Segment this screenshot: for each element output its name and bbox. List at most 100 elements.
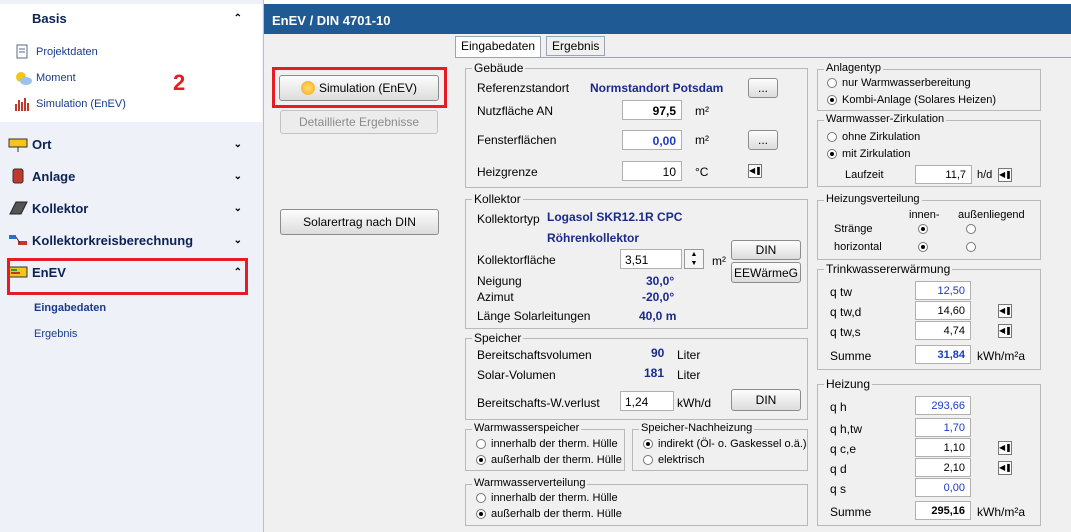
chevron-down-icon: ⌄ [233,138,242,150]
heizung-row-value[interactable]: 1,70 [915,418,971,437]
straenge-radio-innen[interactable] [918,224,928,234]
anlagentyp-radio-kombi[interactable] [827,95,837,105]
sidebar-section-kollektor[interactable]: Kollektor ⌄ [0,193,262,223]
trinkwasser-summe-value: 31,84 [915,345,971,364]
laufzeit-input[interactable]: 11,7 [915,165,972,184]
solarertrag-button[interactable]: Solarertrag nach DIN [280,209,439,235]
fenster-browse-button[interactable]: ... [748,130,778,150]
sidebar-item-label: Projektdaten [36,46,98,58]
zirkulation-radio-mit[interactable] [827,149,837,159]
heizung-row-value[interactable]: 1,10 [915,438,971,457]
heizung-row-value[interactable]: 0,00 [915,478,971,497]
chevron-down-icon: ⌄ [233,202,242,214]
din-button[interactable]: DIN [731,240,801,260]
kollektortyp-value2: Röhrenkollektor [547,231,640,245]
heizgrenze-input[interactable]: 10 [622,161,682,181]
group-title: Warmwasser-Zirkulation [824,113,947,125]
heizung-row-label: q d [830,462,847,476]
wwv-radio-ausserhalb[interactable] [476,509,486,519]
sidebar-item-label: Simulation (EnEV) [36,98,126,110]
tab-eingabedaten[interactable]: Eingabedaten [455,36,542,58]
sidebar-section-kollektorkreis[interactable]: Kollektorkreisberechnung ⌄ [0,225,262,255]
verlust-input[interactable]: 1,24 [620,391,674,411]
basis-panel: Projektdaten Moment Simulation (EnEV) 2 [0,32,262,122]
sidebar-item-ergebnis[interactable]: Ergebnis [34,328,77,340]
group-title: Speicher-Nachheizung [639,422,755,434]
solar-volumen-label: Solar-Volumen [477,368,556,382]
horizontal-radio-innen[interactable] [918,242,928,252]
referenz-label: Referenzstandort [477,81,570,95]
radio-label: innerhalb der therm. Hülle [491,438,618,450]
trinkwasser-summe-label: Summe [830,349,872,363]
annotation-highlight-simulation [272,67,447,108]
laufzeit-play-icon[interactable]: ◀❚ [998,168,1012,182]
sidebar-item-moment[interactable]: Moment [14,70,76,86]
nutzflaeche-label: Nutzfläche AN [477,104,554,118]
radio-label: Kombi-Anlage (Solares Heizen) [842,94,997,106]
heizung-play-icon[interactable]: ◀❚ [998,441,1012,455]
eewaermeg-button[interactable]: EEWärmeG [731,262,801,283]
radio-label: mit Zirkulation [842,148,911,160]
sidebar-section-label: Ort [32,136,52,152]
din-speicher-button[interactable]: DIN [731,389,801,411]
trinkwasser-play-icon[interactable]: ◀❚ [998,304,1012,318]
nachheizung-radio-elektrisch[interactable] [643,455,653,465]
trinkwasser-play-icon[interactable]: ◀❚ [998,324,1012,338]
radio-label: innerhalb der therm. Hülle [491,492,618,504]
referenz-value: Normstandort Potsdam [590,81,724,95]
heizung-row-value[interactable]: 2,10 [915,458,971,477]
kollektorflaeche-input[interactable]: 3,51 [620,249,682,269]
wwv-radio-innerhalb[interactable] [476,493,486,503]
nachheizung-radio-indirekt[interactable] [643,439,653,449]
referenz-browse-button[interactable]: ... [748,78,778,98]
verlust-label: Bereitschafts-W.verlust [477,396,600,410]
heizgrenze-label: Heizgrenze [477,165,538,179]
weather-sun-cloud-icon [14,70,32,86]
row-label-straenge: Stränge [834,223,873,235]
group-title: Trinkwassererwärmung [824,262,953,276]
azimut-value: -20,0° [642,290,675,304]
sidebar-item-eingabedaten[interactable]: Eingabedaten [34,302,106,314]
laufzeit-label: Laufzeit [845,169,884,181]
heizgrenze-play-icon[interactable]: ◀❚ [748,164,762,178]
sidebar-section-label: Anlage [32,168,76,184]
heizung-row-value[interactable]: 293,66 [915,396,971,415]
group-title: Kollektor [472,192,523,206]
tab-ergebnis[interactable]: Ergebnis [546,36,606,56]
wws-radio-ausserhalb[interactable] [476,455,486,465]
solar-volumen-value: 181 [644,366,665,380]
sidebar-section-basis[interactable]: Basis ⌃ [0,4,262,32]
zirkulation-radio-ohne[interactable] [827,132,837,142]
straenge-radio-aussen[interactable] [966,224,976,234]
horizontal-radio-aussen[interactable] [966,242,976,252]
nutzflaeche-input[interactable]: 97,5 [622,100,682,120]
kollektorflaeche-stepper[interactable]: ▲ ▼ [684,249,704,269]
heizung-row-label: q h,tw [830,422,863,436]
location-sign-icon [8,136,28,152]
chevron-down-icon: ⌄ [233,170,242,182]
unit-label: kWh/m²a [977,349,1025,363]
fenster-input[interactable]: 0,00 [622,130,682,150]
unit-label: Liter [677,348,701,362]
sidebar-section-ort[interactable]: Ort ⌄ [0,129,262,159]
sidebar-section-anlage[interactable]: Anlage ⌄ [0,161,262,191]
trinkwasser-row-value[interactable]: 12,50 [915,281,971,300]
wws-radio-innerhalb[interactable] [476,439,486,449]
trinkwasser-row-label: q tw [830,285,853,299]
radio-label: außerhalb der therm. Hülle [491,454,622,466]
group-title: Gebäude [472,61,526,75]
group-title: Warmwasserspeicher [472,422,582,434]
detail-results-button[interactable]: Detaillierte Ergebnisse [280,110,438,134]
sidebar-section-label: Kollektor [32,200,89,216]
heizung-play-icon[interactable]: ◀❚ [998,461,1012,475]
heizung-row-label: q s [830,482,847,496]
sidebar-item-projektdaten[interactable]: Projektdaten [14,44,98,60]
sidebar-item-label: Moment [36,72,76,84]
azimut-label: Azimut [477,290,514,304]
trinkwasser-row-value[interactable]: 14,60 [915,301,971,320]
anlagentyp-radio-warmwasser[interactable] [827,78,837,88]
sidebar-item-simulation[interactable]: Simulation (EnEV) [14,96,126,112]
radio-label: indirekt (Öl- o. Gaskessel o.ä.) [658,438,807,450]
bereitschaft-value: 90 [651,346,665,360]
trinkwasser-row-value[interactable]: 4,74 [915,321,971,340]
